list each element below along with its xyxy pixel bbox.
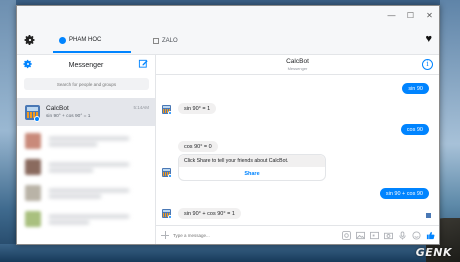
list-item[interactable] [17, 128, 155, 154]
close-button[interactable]: ✕ [420, 6, 439, 25]
outgoing-message: sin 90 + cos 90 [379, 188, 429, 199]
chat-header: CalcBot Messenger [156, 55, 439, 75]
chat-contact-name: CalcBot [286, 58, 309, 65]
tab-label: PHAM HOC [69, 37, 102, 43]
share-card: Click Share to tell your friends about C… [178, 154, 326, 181]
list-item[interactable] [17, 180, 155, 206]
list-item[interactable] [17, 154, 155, 180]
compose-icon[interactable] [138, 58, 149, 69]
incoming-message: cos 90° = 0 [178, 141, 218, 152]
conversation-snippet: sin 90° + cos 90° = 1 [46, 114, 91, 119]
messenger-icon [59, 36, 66, 44]
watermark: GENK [415, 246, 452, 259]
outgoing-message: cos 90 [400, 124, 429, 135]
chat-pane: CalcBot Messenger i sin 90 sin 90° = 1 c… [156, 55, 439, 244]
image-icon[interactable] [356, 231, 365, 240]
share-card-text: Click Share to tell your friends about C… [179, 155, 325, 167]
conversation-item-calcbot[interactable]: CalcBot sin 90° + cos 90° = 1 5:14AM [17, 98, 155, 126]
message-input[interactable] [173, 232, 323, 238]
window-controls: — ☐ ✕ [382, 6, 439, 25]
conversation-sidebar: Messenger CalcBot sin 90° + cos 90° = 1 … [17, 55, 156, 244]
emoji-icon[interactable] [412, 231, 421, 240]
maximize-button[interactable]: ☐ [401, 6, 420, 25]
messenger-badge-icon [168, 111, 172, 115]
messenger-badge-icon [168, 215, 172, 219]
incoming-message: sin 90° = 1 [178, 103, 217, 114]
sticker-icon[interactable] [342, 231, 351, 240]
message-composer [156, 225, 439, 244]
messenger-badge-icon [168, 174, 172, 178]
chat-contact-status: Messenger [287, 66, 308, 71]
desktop-background-left [0, 0, 16, 262]
minimize-button[interactable]: — [382, 6, 401, 25]
zalo-icon [153, 38, 159, 44]
gif-icon[interactable] [370, 231, 379, 240]
list-item[interactable] [17, 206, 155, 232]
main-panes: Messenger CalcBot sin 90° + cos 90° = 1 … [17, 55, 439, 244]
outgoing-message: sin 90 [402, 83, 429, 94]
blurred-avatar [25, 185, 41, 201]
composer-toolbar [342, 231, 435, 240]
account-tab-bar: PHAM HOC ZALO ♥ [17, 25, 439, 55]
thumbs-up-icon[interactable] [426, 231, 435, 240]
blurred-avatar [25, 211, 41, 227]
sidebar-title: Messenger [68, 61, 104, 69]
heart-icon[interactable]: ♥ [425, 34, 432, 45]
desktop-background-bottom [0, 244, 460, 262]
blurred-avatar [25, 133, 41, 149]
share-button[interactable]: Share [179, 167, 325, 180]
tab-label: ZALO [162, 38, 178, 44]
title-bar[interactable]: — ☐ ✕ [17, 6, 439, 25]
blurred-avatar [25, 159, 41, 175]
app-window: — ☐ ✕ PHAM HOC ZALO ♥ Messenger Search f… [16, 5, 440, 245]
conversation-time: 5:14AM [133, 105, 149, 110]
plus-icon[interactable] [161, 231, 169, 239]
incoming-message: sin 90° + cos 90° = 1 [178, 208, 241, 219]
tab-zalo[interactable]: ZALO [147, 31, 197, 51]
tab-pham-hoc[interactable]: PHAM HOC [53, 29, 131, 53]
info-icon[interactable]: i [422, 59, 433, 70]
sidebar-header: Messenger [17, 55, 155, 75]
search-input[interactable] [24, 78, 149, 90]
microphone-icon[interactable] [398, 231, 407, 240]
gear-icon[interactable] [24, 34, 36, 46]
camera-icon[interactable] [384, 231, 393, 240]
messenger-badge-icon [34, 116, 40, 122]
seen-indicator-icon [426, 213, 431, 218]
settings-gear-icon[interactable] [23, 59, 33, 69]
